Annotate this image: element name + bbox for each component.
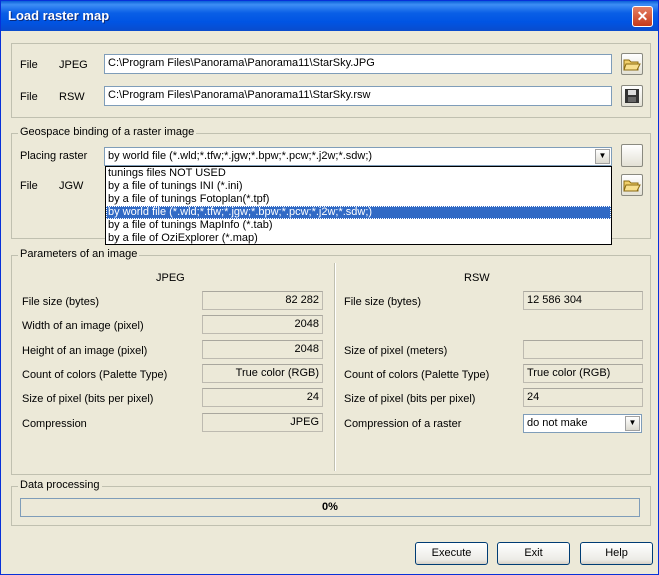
parameters-group-label: Parameters of an image	[18, 248, 140, 260]
floppy-save-icon	[625, 89, 639, 103]
placing-raster-label: Placing raster	[20, 150, 88, 162]
jpeg-param-value: True color (RGB)	[202, 364, 323, 383]
rsw-path-field[interactable]: C:\Program Files\Panorama\Panorama11\Sta…	[104, 86, 612, 106]
window-title: Load raster map	[8, 8, 110, 23]
column-divider	[334, 263, 336, 471]
jpeg-param-value: 82 282	[202, 291, 323, 310]
dropdown-option[interactable]: by a file of tunings MapInfo (*.tab)	[106, 219, 611, 232]
open-jpeg-button[interactable]	[621, 53, 643, 75]
save-rsw-button[interactable]	[621, 85, 643, 107]
rsw-pixel-size-label: Size of pixel (meters)	[344, 345, 448, 357]
rsw-bits-label: Size of pixel (bits per pixel)	[344, 393, 476, 405]
jgw-type-label: JGW	[59, 180, 84, 192]
rsw-colors-value: True color (RGB)	[523, 364, 643, 383]
close-button[interactable]: ✕	[632, 6, 653, 27]
title-bar[interactable]: Load raster map ✕	[1, 1, 658, 31]
jgw-file-label: File	[20, 180, 38, 192]
rsw-compression-label: Compression of a raster	[344, 418, 462, 430]
dropdown-option-selected[interactable]: by world file (*.wld;*.tfw;*.jgw;*.bpw;*…	[106, 206, 611, 219]
jpeg-param-label: Compression	[22, 418, 87, 430]
jpeg-param-value: 2048	[202, 340, 323, 359]
rsw-type-label: RSW	[59, 91, 85, 103]
dropdown-option[interactable]: by a file of OziExplorer (*.map)	[106, 232, 611, 245]
folder-open-icon	[623, 180, 641, 192]
geospace-group-label: Geospace binding of a raster image	[18, 126, 197, 138]
exit-button[interactable]: Exit	[497, 542, 570, 565]
jpeg-param-value: 24	[202, 388, 323, 407]
jpeg-column-header: JPEG	[156, 272, 185, 284]
rsw-column-header: RSW	[464, 272, 490, 284]
rsw-compression-select[interactable]: do not make ▼	[523, 414, 642, 433]
placing-raster-dropdown: tunings files NOT USED by a file of tuni…	[105, 166, 612, 245]
dropdown-option[interactable]: tunings files NOT USED	[106, 167, 611, 180]
jpeg-type-label: JPEG	[59, 59, 88, 71]
chevron-down-icon[interactable]: ▼	[595, 149, 610, 164]
placing-raster-select[interactable]: by world file (*.wld;*.tfw;*.jgw;*.bpw;*…	[104, 147, 612, 166]
jpeg-param-label: Width of an image (pixel)	[22, 320, 144, 332]
jpeg-param-value: JPEG	[202, 413, 323, 432]
jpeg-param-label: Count of colors (Palette Type)	[22, 369, 168, 381]
load-raster-map-dialog: Load raster map ✕ File JPEG C:\Program F…	[0, 0, 659, 575]
jpeg-param-label: Size of pixel (bits per pixel)	[22, 393, 154, 405]
help-button[interactable]: Help	[580, 542, 653, 565]
rsw-file-size-label: File size (bytes)	[344, 296, 422, 308]
rsw-file-label: File	[20, 91, 38, 103]
rsw-bits-value: 24	[523, 388, 643, 407]
folder-open-icon	[623, 59, 641, 71]
execute-button[interactable]: Execute	[415, 542, 488, 565]
open-jgw-button[interactable]	[621, 174, 643, 196]
dropdown-option[interactable]: by a file of tunings INI (*.ini)	[106, 180, 611, 193]
data-processing-label: Data processing	[18, 479, 102, 491]
rsw-colors-label: Count of colors (Palette Type)	[344, 369, 490, 381]
placing-raster-value: by world file (*.wld;*.tfw;*.jgw;*.bpw;*…	[108, 150, 373, 162]
chevron-down-icon[interactable]: ▼	[625, 416, 640, 431]
rsw-file-size-value: 12 586 304	[523, 291, 643, 310]
rsw-pixel-size-value[interactable]	[523, 340, 643, 359]
jpeg-path-field[interactable]: C:\Program Files\Panorama\Panorama11\Sta…	[104, 54, 612, 74]
dropdown-option[interactable]: by a file of tunings Fotoplan(*.tpf)	[106, 193, 611, 206]
jpeg-param-value: 2048	[202, 315, 323, 334]
blank-button[interactable]	[621, 144, 643, 167]
rsw-compression-value: do not make	[527, 417, 588, 429]
jpeg-file-label: File	[20, 59, 38, 71]
jpeg-param-label: Height of an image (pixel)	[22, 345, 148, 357]
jpeg-param-label: File size (bytes)	[22, 296, 100, 308]
progress-bar: 0%	[20, 498, 640, 517]
